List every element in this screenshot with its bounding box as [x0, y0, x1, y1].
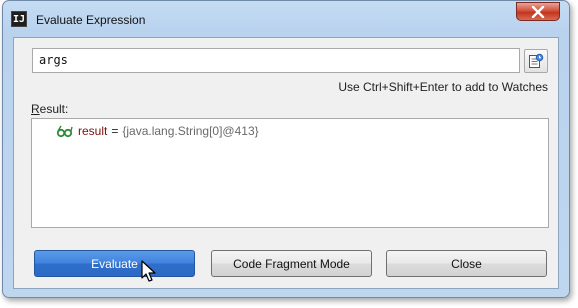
expression-history-icon [529, 53, 544, 68]
result-name: result [78, 124, 108, 138]
expression-history-button[interactable] [524, 49, 548, 73]
code-fragment-mode-button[interactable]: Code Fragment Mode [211, 250, 372, 277]
result-tree-item[interactable]: result = {java.lang.String[0]@413} [56, 124, 259, 138]
close-window-button[interactable] [516, 2, 560, 21]
expression-input[interactable]: args [32, 48, 520, 73]
intellij-idea-icon: IJ [11, 11, 27, 27]
result-tree[interactable]: result = {java.lang.String[0]@413} [31, 118, 549, 228]
dialog-content: args Use Ctrl+Shift+Enter to add to Watc… [13, 37, 559, 289]
result-label-text: esult: [39, 102, 69, 116]
close-icon [531, 5, 545, 18]
arrow-cursor-icon [141, 260, 156, 282]
result-equals: = [111, 124, 119, 138]
result-value: {java.lang.String[0]@413} [122, 124, 259, 138]
watches-hint: Use Ctrl+Shift+Enter to add to Watches [338, 80, 548, 94]
watch-glasses-icon [56, 125, 73, 138]
dialog-window: IJ Evaluate Expression args Use Ctrl+Shi… [2, 0, 570, 298]
evaluate-button[interactable]: Evaluate [34, 250, 195, 277]
close-button[interactable]: Close [386, 250, 547, 277]
result-label: Result: [31, 102, 68, 116]
result-label-mnemonic: R [31, 102, 40, 116]
window-title: Evaluate Expression [36, 13, 146, 27]
